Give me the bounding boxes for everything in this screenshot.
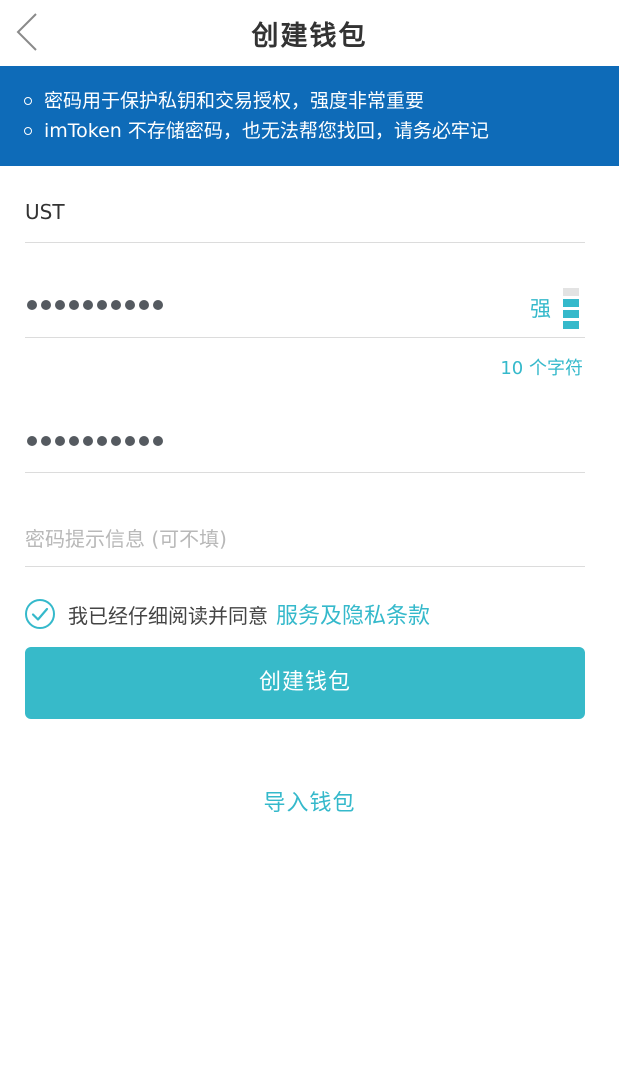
password-dot <box>153 436 163 446</box>
password-dot <box>41 436 51 446</box>
checkbox-checked-icon[interactable] <box>24 598 56 630</box>
notice-text: 密码用于保护私钥和交易授权，强度非常重要 <box>44 90 425 112</box>
wallet-name-field[interactable]: UST <box>25 180 585 243</box>
password-dot <box>97 300 107 310</box>
password-hint-field[interactable]: 密码提示信息 (可不填) <box>25 503 585 567</box>
password-dot <box>139 436 149 446</box>
import-wallet-link[interactable]: 导入钱包 <box>0 785 619 817</box>
password-dot <box>111 436 121 446</box>
wallet-name-value: UST <box>25 200 65 224</box>
strength-bar <box>563 299 579 307</box>
password-dot <box>69 300 79 310</box>
password-char-count: 10 个字符 <box>500 358 583 379</box>
notice-text: imToken 不存储密码，也无法帮您找回，请务必牢记 <box>44 120 489 142</box>
strength-bar <box>563 310 579 318</box>
password-strength-label: 强 <box>530 297 551 321</box>
password-notice-banner: 密码用于保护私钥和交易授权，强度非常重要 imToken 不存储密码，也无法帮您… <box>0 66 619 166</box>
strength-bar <box>563 288 579 296</box>
password-dot <box>55 436 65 446</box>
password-strength-meter <box>563 285 579 329</box>
password-dot <box>83 436 93 446</box>
password-hint-placeholder: 密码提示信息 (可不填) <box>25 527 227 551</box>
password-dot <box>55 300 65 310</box>
confirm-password-field[interactable] <box>25 408 585 473</box>
password-dot <box>125 436 135 446</box>
notice-item: 密码用于保护私钥和交易授权，强度非常重要 <box>0 86 619 116</box>
navigation-bar: 创建钱包 <box>0 0 619 66</box>
strength-bar <box>563 321 579 329</box>
create-wallet-button[interactable]: 创建钱包 <box>25 647 585 719</box>
password-dot <box>125 300 135 310</box>
password-dot <box>69 436 79 446</box>
terms-link[interactable]: 服务及隐私条款 <box>276 598 430 630</box>
agreement-text: 我已经仔细阅读并同意 <box>68 603 268 628</box>
password-dot <box>139 300 149 310</box>
password-dot <box>41 300 51 310</box>
page-title: 创建钱包 <box>251 21 368 52</box>
bullet-icon <box>24 97 32 105</box>
bullet-icon <box>24 127 32 135</box>
password-field[interactable]: 强 <box>25 275 585 338</box>
notice-item: imToken 不存储密码，也无法帮您找回，请务必牢记 <box>0 116 619 146</box>
password-dot <box>153 300 163 310</box>
password-dot <box>83 300 93 310</box>
password-dot <box>27 436 37 446</box>
password-dot <box>111 300 121 310</box>
password-dot <box>27 300 37 310</box>
password-mask <box>27 300 163 310</box>
confirm-password-mask <box>27 436 163 446</box>
password-dot <box>97 436 107 446</box>
agreement-row: 我已经仔细阅读并同意 服务及隐私条款 <box>24 598 430 630</box>
